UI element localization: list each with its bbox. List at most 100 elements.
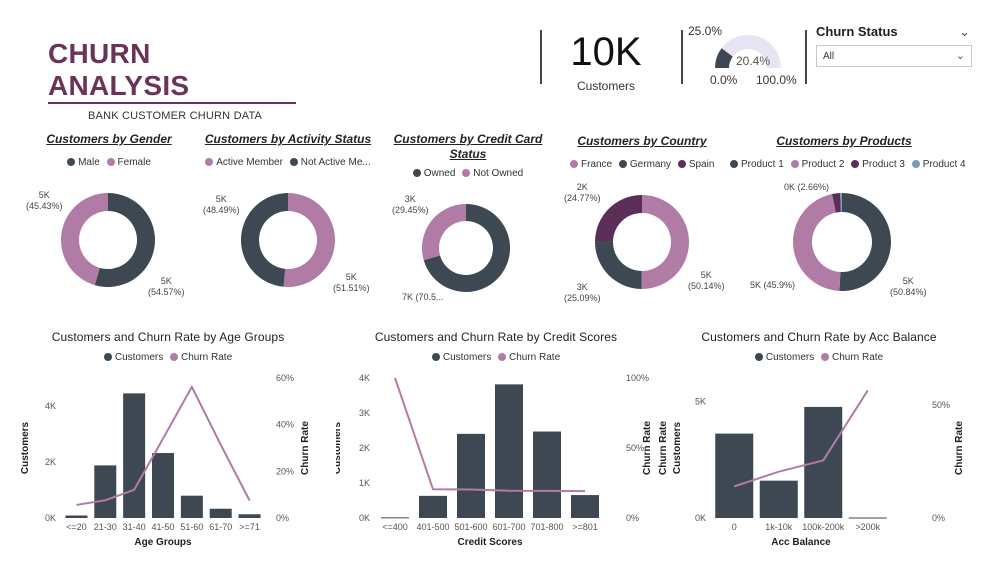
gauge-target-label: 25.0% [688, 24, 723, 38]
legend-item[interactable]: Germany [618, 159, 672, 170]
bar-601-700[interactable] [495, 384, 523, 518]
bar-501-600[interactable] [457, 433, 485, 518]
donut-slice-product-2[interactable] [793, 194, 841, 291]
chevron-up-icon[interactable]: ⌄ [959, 24, 970, 40]
donut-slice-not-owned[interactable] [422, 204, 466, 261]
legend-dot [412, 169, 421, 177]
legend-dot [289, 158, 298, 166]
bar->200k[interactable] [848, 517, 887, 519]
legend-item[interactable]: Spain [677, 159, 714, 170]
legend-item[interactable]: France [570, 159, 612, 170]
gauge-max-label: 100.0% [756, 73, 797, 87]
chevron-down-icon[interactable]: ⌄ [956, 49, 965, 62]
data-label: 5K (50.14%) [688, 270, 725, 292]
churn-status-slicer[interactable]: Churn Status ⌄ All ⌄ [816, 24, 972, 67]
legend-item[interactable]: Owned [412, 168, 455, 179]
legend-item[interactable]: Customers [754, 352, 814, 363]
legend-item[interactable]: Churn Rate [498, 352, 560, 363]
donut-slice-france[interactable] [641, 195, 690, 289]
combo-chart[interactable]: 0K1K2K3K4K0%50%100%<=400 401-500 501-600 60… [336, 370, 656, 560]
y-tick-label: 1K [359, 478, 370, 488]
data-label-text: 7K (70.5... [402, 292, 444, 302]
x-tick-label: <=20 [66, 522, 87, 532]
churn-rate-line[interactable] [733, 389, 869, 488]
legend-dot [570, 160, 578, 168]
bar-1k-10k[interactable] [759, 480, 798, 518]
legend-dot [170, 353, 178, 361]
bar->=71[interactable] [238, 514, 261, 518]
y2-axis-title: Churn Rate [954, 421, 965, 475]
legend-item[interactable]: Product 3 [851, 159, 905, 170]
combo-chart[interactable]: 0K 5K 0% 50% 0 1k-10k 100k-200k >200k Acc Balanc… [654, 370, 984, 560]
legend-item[interactable]: Active Member [205, 157, 283, 168]
panel-gender: Customers by Gender Male Female 5K (45.4… [26, 132, 185, 304]
legend-item[interactable]: Churn Rate [170, 352, 232, 363]
y-tick-label: 3K [359, 408, 370, 418]
data-label-text: 2K (24.77%) [564, 182, 601, 203]
bar-61-70[interactable] [209, 508, 232, 518]
legend-item[interactable]: Not Active Me... [289, 157, 371, 168]
slicer-dropdown[interactable]: All ⌄ [816, 45, 972, 67]
bar-<=400[interactable] [381, 517, 409, 519]
legend-item[interactable]: Customers [103, 352, 163, 363]
x-tick-label: 31-40 [123, 522, 146, 532]
data-label: 0K (2.66%) [784, 182, 829, 193]
legend-dot [67, 158, 76, 166]
legend: Product 1 Product 2 Product 3 Product 4 [728, 159, 966, 170]
churn-gauge: 25.0% 20.4% 0.0% 100.0% [686, 20, 804, 92]
panel-credit-scores: Customers and Churn Rate by Credit Score… [336, 330, 656, 556]
donut-slice-germany[interactable] [595, 195, 642, 242]
divider-right [805, 30, 807, 84]
bar-51-60[interactable] [180, 495, 203, 518]
data-label-text: 5K (51.51%) [333, 272, 370, 293]
y2-tick-label: 20% [276, 466, 294, 476]
donut-slice-spain[interactable] [595, 241, 642, 289]
bar-31-40[interactable] [123, 393, 146, 518]
x-axis-title: Age Groups [134, 537, 192, 548]
data-label-text: 0K (2.66%) [784, 182, 830, 192]
bar-100k-200k[interactable] [804, 406, 843, 518]
data-label-text: 5K (48.49%) [203, 194, 240, 215]
panel-title: Customers and Churn Rate by Credit Score… [374, 330, 618, 344]
data-label: 3K (29.45%) [392, 194, 429, 216]
bar-<=20[interactable] [65, 515, 88, 518]
title-underline [48, 102, 296, 104]
x-tick-label: 61-70 [209, 522, 232, 532]
data-label: 5K (50.84%) [890, 276, 927, 298]
x-tick-label: >200k [855, 522, 880, 532]
legend-item[interactable]: Product 1 [730, 159, 784, 170]
legend-item[interactable]: Product 2 [790, 159, 844, 170]
legend-item[interactable]: Customers [431, 352, 491, 363]
panel-activity: Customers by Activity Status Active Memb… [203, 132, 373, 304]
page-title: CHURN ANALYSIS [48, 38, 190, 101]
bar-41-50[interactable] [152, 453, 174, 518]
legend-dot [790, 160, 799, 168]
legend: Active Member Not Active Me... [203, 157, 373, 168]
legend-item[interactable]: Not Owned [462, 168, 523, 179]
page-subtitle: BANK CUSTOMER CHURN DATA [88, 110, 263, 122]
data-label: 3K (25.09%) [564, 282, 601, 304]
divider-mid [681, 30, 683, 84]
donut-slice-product-1[interactable] [839, 193, 892, 291]
legend-item[interactable]: Churn Rate [821, 352, 883, 363]
legend-item[interactable]: Female [106, 157, 151, 168]
donut-slice-not-active-member[interactable] [241, 193, 288, 287]
bar->=801[interactable] [571, 495, 599, 518]
legend-label: Germany [629, 159, 672, 170]
legend-label: Not Active Me... [300, 157, 371, 168]
bar-701-800[interactable] [533, 431, 561, 518]
legend-label: Product 4 [922, 159, 966, 170]
legend-item[interactable]: Product 4 [911, 159, 966, 170]
x-tick-label: 41-50 [151, 522, 174, 532]
bar-21-30[interactable] [94, 465, 117, 518]
bar-401-500[interactable] [419, 495, 447, 518]
donut-slice-active-member[interactable] [283, 193, 335, 287]
bar-0[interactable] [715, 433, 754, 518]
x-tick-label: >=801 [572, 522, 598, 532]
y-tick-label: 0K [45, 513, 56, 523]
legend-item[interactable]: Male [67, 157, 100, 168]
legend-dot [205, 158, 214, 166]
kpi-card: 10K Customers [558, 30, 654, 93]
x-axis-title: Acc Balance [771, 537, 831, 548]
combo-chart[interactable]: 0K 2K 4K 0% 20% 40% 60% <=20 21-30 31-40 41-50 51-6… [18, 370, 318, 560]
